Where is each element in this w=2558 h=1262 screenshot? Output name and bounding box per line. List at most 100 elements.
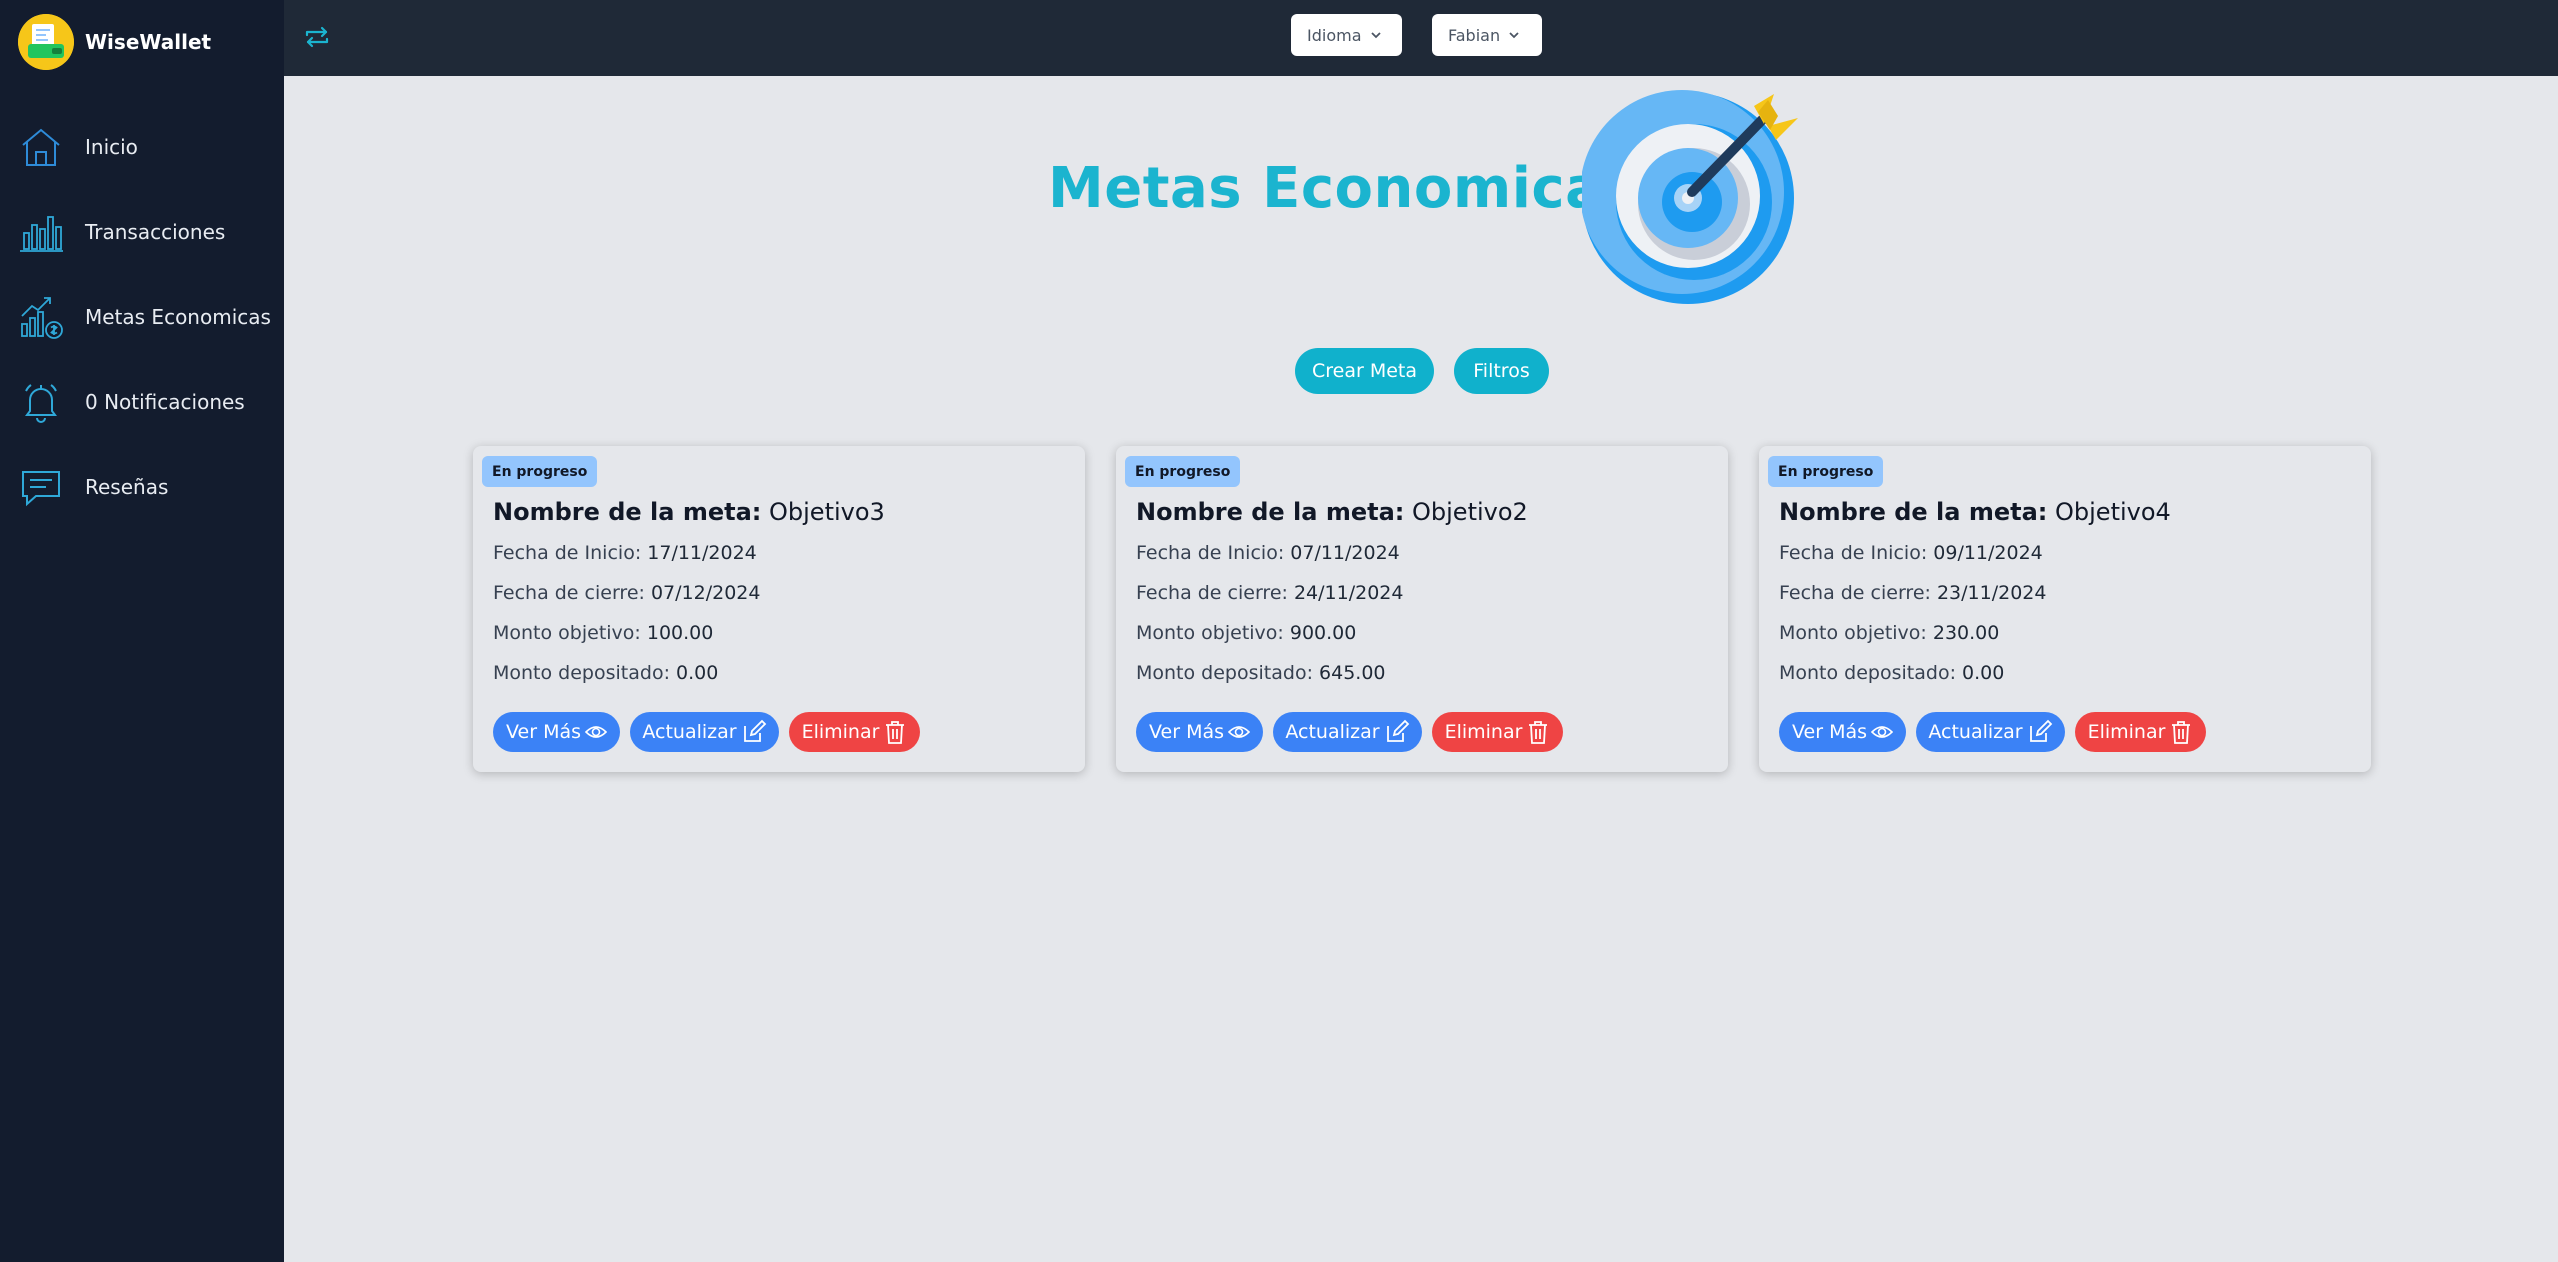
deposited-amount-value: 0.00 bbox=[1962, 662, 2005, 684]
view-more-button[interactable]: Ver Más bbox=[1136, 712, 1263, 752]
deposited-amount-value: 645.00 bbox=[1319, 662, 1386, 684]
trash-icon bbox=[2172, 721, 2191, 744]
user-dropdown[interactable]: Fabian bbox=[1432, 14, 1542, 56]
eye-icon bbox=[585, 726, 607, 738]
goal-name-value: Objetivo3 bbox=[769, 498, 885, 526]
start-date-value: 09/11/2024 bbox=[1933, 542, 2043, 564]
end-date-label: Fecha de cierre: bbox=[1779, 582, 1931, 604]
target-amount-row: Monto objetivo: 900.00 bbox=[1136, 622, 1356, 644]
end-date-row: Fecha de cierre: 07/12/2024 bbox=[493, 582, 760, 604]
start-date-row: Fecha de Inicio: 07/11/2024 bbox=[1136, 542, 1400, 564]
view-more-button[interactable]: Ver Más bbox=[493, 712, 620, 752]
trash-icon bbox=[1529, 721, 1548, 744]
deposited-amount-label: Monto depositado: bbox=[1779, 662, 1956, 684]
eye-icon bbox=[1228, 726, 1250, 738]
goal-card: En progreso Nombre de la meta: Objetivo3… bbox=[473, 446, 1085, 772]
sidebar-item-label: Inicio bbox=[85, 135, 138, 159]
language-dropdown[interactable]: Idioma bbox=[1291, 14, 1402, 56]
start-date-value: 07/11/2024 bbox=[1290, 542, 1400, 564]
home-icon bbox=[22, 128, 60, 166]
start-date-row: Fecha de Inicio: 09/11/2024 bbox=[1779, 542, 2043, 564]
sidebar-item-label: 0 Notificaciones bbox=[85, 390, 245, 414]
start-date-label: Fecha de Inicio: bbox=[493, 542, 642, 564]
goal-title: Nombre de la meta: Objetivo4 bbox=[1779, 498, 2171, 526]
target-arrow-icon bbox=[1582, 90, 1798, 304]
end-date-value: 07/12/2024 bbox=[650, 582, 761, 604]
delete-label: Eliminar bbox=[801, 721, 880, 743]
topbar: Idioma Fabian bbox=[284, 0, 2558, 76]
sidebar-item-resenas[interactable]: Reseñas bbox=[18, 457, 278, 517]
start-date-row: Fecha de Inicio: 17/11/2024 bbox=[493, 542, 757, 564]
target-amount-label: Monto objetivo: bbox=[1136, 622, 1284, 644]
deposited-amount-value: 0.00 bbox=[676, 662, 719, 684]
goal-card: En progreso Nombre de la meta: Objetivo2… bbox=[1116, 446, 1728, 772]
start-date-label: Fecha de Inicio: bbox=[1136, 542, 1285, 564]
status-badge: En progreso bbox=[1768, 456, 1884, 487]
view-more-label: Ver Más bbox=[506, 721, 581, 743]
growth-money-icon bbox=[21, 297, 63, 339]
sidebar-item-label: Metas Economicas bbox=[85, 305, 271, 329]
bar-chart-icon bbox=[20, 216, 63, 252]
end-date-value: 24/11/2024 bbox=[1293, 582, 1404, 604]
delete-button[interactable]: Eliminar bbox=[2075, 712, 2206, 752]
view-more-button[interactable]: Ver Más bbox=[1779, 712, 1906, 752]
brand-name: WiseWallet bbox=[85, 30, 212, 54]
end-date-row: Fecha de cierre: 24/11/2024 bbox=[1136, 582, 1403, 604]
sidebar-item-inicio[interactable]: Inicio bbox=[18, 117, 278, 177]
target-amount-row: Monto objetivo: 230.00 bbox=[1779, 622, 1999, 644]
chevron-down-icon bbox=[1370, 32, 1381, 39]
status-badge: En progreso bbox=[1125, 456, 1241, 487]
delete-label: Eliminar bbox=[1444, 721, 1523, 743]
wallet-logo-icon bbox=[18, 14, 74, 70]
eye-icon bbox=[1871, 726, 1893, 738]
view-more-label: Ver Más bbox=[1149, 721, 1224, 743]
create-goal-button[interactable]: Crear Meta bbox=[1295, 348, 1434, 394]
goal-name-label: Nombre de la meta: bbox=[1779, 498, 2048, 526]
edit-icon bbox=[1386, 719, 1409, 742]
target-amount-value: 100.00 bbox=[646, 622, 714, 644]
sidebar-item-label: Reseñas bbox=[85, 475, 169, 499]
update-label: Actualizar bbox=[1928, 721, 2023, 743]
update-label: Actualizar bbox=[642, 721, 737, 743]
page-title: Metas Economicas bbox=[1048, 156, 1638, 221]
goal-name-value: Objetivo2 bbox=[1412, 498, 1528, 526]
delete-label: Eliminar bbox=[2087, 721, 2166, 743]
refresh-icon[interactable] bbox=[302, 22, 332, 52]
goal-title: Nombre de la meta: Objetivo3 bbox=[493, 498, 885, 526]
view-more-label: Ver Más bbox=[1792, 721, 1867, 743]
chat-icon bbox=[22, 471, 60, 507]
deposited-amount-row: Monto depositado: 0.00 bbox=[493, 662, 718, 684]
start-date-label: Fecha de Inicio: bbox=[1779, 542, 1928, 564]
edit-icon bbox=[2029, 719, 2052, 742]
goal-card: En progreso Nombre de la meta: Objetivo4… bbox=[1759, 446, 2371, 772]
target-amount-label: Monto objetivo: bbox=[1779, 622, 1927, 644]
end-date-label: Fecha de cierre: bbox=[493, 582, 645, 604]
brand[interactable]: WiseWallet bbox=[18, 14, 211, 70]
deposited-amount-row: Monto depositado: 0.00 bbox=[1779, 662, 2004, 684]
status-badge: En progreso bbox=[482, 456, 598, 487]
update-label: Actualizar bbox=[1285, 721, 1380, 743]
end-date-label: Fecha de cierre: bbox=[1136, 582, 1288, 604]
sidebar-item-transacciones[interactable]: Transacciones bbox=[18, 202, 278, 262]
target-amount-value: 230.00 bbox=[1932, 622, 2000, 644]
end-date-value: 23/11/2024 bbox=[1936, 582, 2047, 604]
user-dropdown-label: Fabian bbox=[1448, 25, 1501, 45]
sidebar-item-metas-economicas[interactable]: Metas Economicas bbox=[18, 287, 278, 347]
goal-name-label: Nombre de la meta: bbox=[493, 498, 762, 526]
update-button[interactable]: Actualizar bbox=[1273, 712, 1422, 752]
delete-button[interactable]: Eliminar bbox=[1432, 712, 1563, 752]
update-button[interactable]: Actualizar bbox=[630, 712, 779, 752]
chevron-down-icon bbox=[1509, 32, 1519, 39]
deposited-amount-label: Monto depositado: bbox=[1136, 662, 1313, 684]
update-button[interactable]: Actualizar bbox=[1916, 712, 2065, 752]
sidebar-item-label: Transacciones bbox=[85, 220, 226, 244]
goal-name-label: Nombre de la meta: bbox=[1136, 498, 1405, 526]
bell-icon bbox=[25, 384, 57, 423]
goal-title: Nombre de la meta: Objetivo2 bbox=[1136, 498, 1528, 526]
edit-icon bbox=[743, 719, 766, 742]
filters-button[interactable]: Filtros bbox=[1454, 348, 1549, 394]
deposited-amount-label: Monto depositado: bbox=[493, 662, 670, 684]
trash-icon bbox=[886, 721, 905, 744]
delete-button[interactable]: Eliminar bbox=[789, 712, 920, 752]
sidebar-item-notificaciones[interactable]: 0 Notificaciones bbox=[18, 372, 278, 432]
